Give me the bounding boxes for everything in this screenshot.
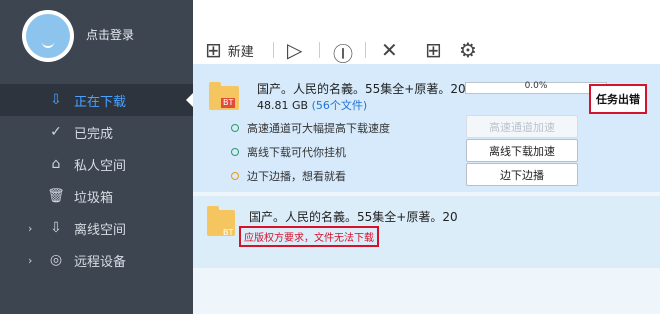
toolbar-divider — [319, 42, 320, 58]
avatar-face-icon — [26, 14, 70, 58]
bt-file-icon: BT — [207, 206, 235, 237]
play-icon: ▷ — [287, 38, 303, 62]
trash-icon: 🗑 — [47, 188, 65, 204]
sidebar-nav: ⇩ 正在下载 ✓ 已完成 ⌂ 私人空间 🗑 垃圾箱 › ⇩ 离线空间 › ◎ 远… — [0, 84, 194, 276]
settings-button[interactable]: ⚙ — [459, 38, 477, 62]
status-dot-icon — [231, 148, 239, 156]
check-circle-icon: ✓ — [50, 124, 62, 140]
progress-percent: 0.0% — [524, 81, 548, 91]
sidebar-item-label: 远程设备 — [74, 254, 127, 270]
option-stream: 边下边播，想看就看 — [231, 168, 346, 184]
sidebar: 点击登录 ⇩ 正在下载 ✓ 已完成 ⌂ 私人空间 🗑 垃圾箱 › ⇩ 离线空间 — [0, 0, 194, 314]
offline-accelerate-button[interactable]: 离线下载加速 — [466, 139, 578, 162]
new-task-label: 新建 — [227, 44, 254, 60]
delete-button[interactable]: ✕ — [381, 38, 398, 62]
offline-folder-icon: ⇩ — [50, 220, 62, 236]
bt-badge-icon: BT — [221, 98, 236, 108]
task-row-2[interactable]: BT 国产。人民的名義。55集全+原著。20 应版权方要求，文件无法下载 — [193, 196, 660, 268]
login-link[interactable]: 点击登录 — [86, 26, 134, 43]
chevron-right-icon[interactable]: › — [28, 222, 42, 235]
sidebar-item-private-space[interactable]: ⌂ 私人空间 — [0, 148, 193, 180]
toolbar-divider — [273, 42, 274, 58]
start-button[interactable]: ▷ — [287, 38, 302, 62]
sidebar-item-label: 垃圾箱 — [74, 190, 114, 206]
task-name: 国产。人民的名義。55集全+原著。20 — [249, 210, 458, 224]
sidebar-item-completed[interactable]: ✓ 已完成 — [0, 116, 193, 148]
sidebar-item-trash[interactable]: 🗑 垃圾箱 — [0, 180, 193, 212]
progress-bar: 0.0% — [465, 81, 607, 94]
sidebar-item-label: 已完成 — [74, 126, 114, 142]
avatar[interactable] — [22, 10, 74, 62]
pause-button[interactable]: Ⓘ — [333, 38, 353, 67]
high-speed-accelerate-button[interactable]: 高速通道加速 — [466, 115, 578, 138]
task-error-button[interactable]: 任务出错 — [589, 84, 647, 114]
main-panel: ⊞ 新建 ▷ Ⓘ ✕ ⊞ ⚙ BT 国产。人民的名義。55集全+原著。2017 … — [193, 0, 660, 314]
task-row-1[interactable]: BT 国产。人民的名義。55集全+原著。2017 0.0% 48.81 GB (… — [193, 64, 660, 192]
task-size-value: 48.81 GB — [257, 99, 309, 112]
bt-badge-icon: BT — [223, 228, 234, 237]
option-text: 高速通道可大幅提高下载速度 — [247, 122, 390, 135]
option-high-speed: 高速通道可大幅提高下载速度 — [231, 120, 390, 136]
chevron-right-icon[interactable]: › — [28, 254, 42, 267]
sidebar-item-label: 私人空间 — [74, 158, 127, 174]
sidebar-item-offline-space[interactable]: › ⇩ 离线空间 — [0, 212, 193, 244]
status-dot-icon — [231, 172, 239, 180]
bt-file-icon: BT — [209, 82, 239, 110]
option-text: 边下边播，想看就看 — [247, 170, 346, 183]
gear-icon: ⚙ — [459, 38, 477, 62]
pause-icon: Ⓘ — [333, 42, 353, 66]
toolbar: ⊞ 新建 ▷ Ⓘ ✕ ⊞ ⚙ — [193, 0, 660, 67]
status-dot-icon — [231, 124, 239, 132]
sidebar-item-label: 正在下载 — [74, 94, 127, 110]
grid-view-button[interactable]: ⊞ — [425, 38, 442, 62]
sidebar-item-label: 离线空间 — [74, 222, 127, 238]
new-task-icon: ⊞ — [205, 38, 222, 62]
sidebar-item-remote-devices[interactable]: › ◎ 远程设备 — [0, 244, 193, 276]
copyright-notice: 应版权方要求，文件无法下载 — [239, 226, 379, 247]
new-task-button[interactable]: ⊞ 新建 — [205, 38, 254, 62]
remote-device-icon: ◎ — [49, 252, 63, 268]
option-offline: 离线下载可代你挂机 — [231, 144, 346, 160]
task-size: 48.81 GB (56个文件) — [257, 97, 367, 113]
download-icon: ⇩ — [50, 92, 62, 108]
stream-play-button[interactable]: 边下边播 — [466, 163, 578, 186]
option-text: 离线下载可代你挂机 — [247, 146, 346, 159]
file-count-link[interactable]: (56个文件) — [312, 99, 368, 112]
sidebar-item-downloading[interactable]: ⇩ 正在下载 — [0, 84, 194, 116]
toolbar-divider — [365, 42, 366, 58]
task-name: 国产。人民的名義。55集全+原著。2017 — [257, 82, 481, 96]
grid-icon: ⊞ — [425, 38, 442, 62]
close-icon: ✕ — [381, 38, 398, 62]
lock-folder-icon: ⌂ — [51, 156, 61, 172]
